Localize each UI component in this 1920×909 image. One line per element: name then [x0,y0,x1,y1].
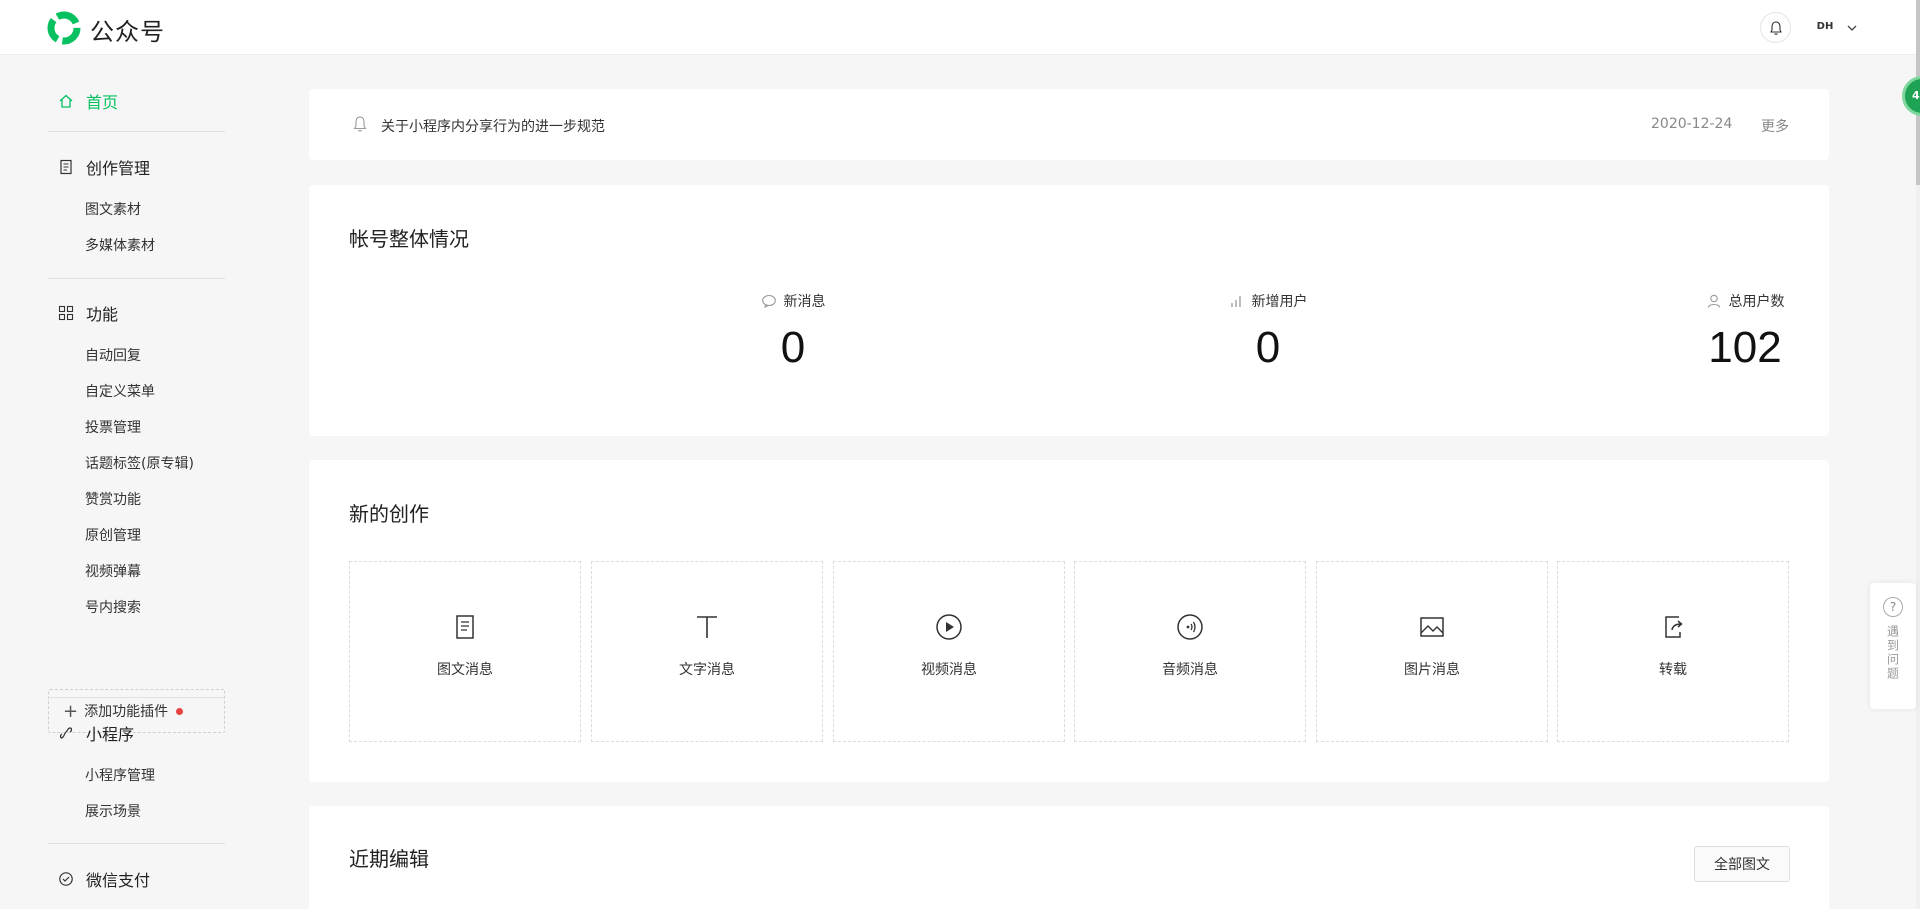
sidebar-item-miniprogram[interactable]: 小程序 [58,721,134,745]
divider [48,697,225,698]
sidebar-item-vote[interactable]: 投票管理 [85,417,141,437]
new-creation-card: 新的创作 图文消息 文字消息 视频消息 音频消息 图片消息 转载 [309,460,1829,782]
avatar[interactable]: DH [1814,15,1836,37]
recent-edits-card: 近期编辑 全部图文 [309,806,1829,909]
sidebar-item-display-scenes[interactable]: 展示场景 [85,801,141,821]
plus-icon: + [63,700,79,722]
stat-new-users[interactable]: 新增用户 0 [1158,292,1378,373]
tile-label: 图片消息 [1404,662,1460,678]
section-title: 帐号整体情况 [349,227,469,251]
all-articles-button[interactable]: 全部图文 [1694,846,1790,882]
notification-button[interactable] [1760,12,1791,43]
notice-more-link[interactable]: 更多 [1761,116,1789,136]
create-text-tile[interactable]: 文字消息 [591,561,823,742]
image-icon [1420,617,1444,637]
tile-label: 音频消息 [1162,662,1218,678]
sidebar-item-article-material[interactable]: 图文素材 [85,199,141,219]
add-plugin-label: 添加功能插件 [84,704,169,720]
create-audio-tile[interactable]: 音频消息 [1074,561,1306,742]
home-icon [59,94,73,108]
sidebar-item-home[interactable]: 首页 [58,89,118,113]
play-icon [936,614,962,640]
notice-card: 关于小程序内分享行为的进一步规范 2020-12-24 更多 [309,89,1829,160]
stat-new-messages[interactable]: 新消息 0 [683,292,903,373]
stat-total-users[interactable]: 总用户数 102 [1635,292,1855,373]
sidebar-item-creation[interactable]: 创作管理 [58,155,150,179]
notice-date: 2020-12-24 [1651,116,1733,132]
logo-text[interactable]: 公众号 [90,12,165,47]
chevron-down-icon[interactable] [1844,20,1860,36]
stat-value: 102 [1708,323,1782,372]
sidebar-item-label: 功能 [86,305,119,324]
text-icon [697,616,717,638]
stat-label: 新消息 [783,294,826,310]
sidebar-item-custom-menu[interactable]: 自定义菜单 [85,381,155,401]
sidebar: 首页 创作管理 图文素材 多媒体素材 功能 自动回复 自定义菜单 投票管理 话题… [0,56,270,909]
create-repost-tile[interactable]: 转载 [1557,561,1789,742]
tile-label: 图文消息 [437,662,493,678]
tile-label: 转载 [1659,662,1687,678]
account-overview-card: 帐号整体情况 新消息 0 新增用户 0 总用户数 102 [309,185,1829,436]
section-title: 近期编辑 [349,847,429,871]
divider [48,843,225,844]
tile-label: 视频消息 [921,662,977,678]
bar-chart-icon [1230,296,1241,307]
grid-icon [58,305,74,321]
miniprogram-icon [59,727,73,739]
create-video-tile[interactable]: 视频消息 [833,561,1065,742]
divider [48,278,225,279]
sidebar-item-label: 首页 [86,93,119,112]
create-article-tile[interactable]: 图文消息 [349,561,581,742]
tile-label: 文字消息 [679,662,735,678]
sidebar-item-label: 微信支付 [86,871,151,890]
top-bar: 公众号 DH [0,0,1916,55]
stat-value: 0 [780,323,806,372]
create-image-tile[interactable]: 图片消息 [1316,561,1548,742]
sidebar-item-wechat-pay[interactable]: 微信支付 [58,867,150,891]
document-icon [456,615,474,639]
question-icon: ? [1883,597,1903,617]
help-text: 遇到问题 [1885,625,1900,681]
sidebar-item-features[interactable]: 功能 [58,301,118,325]
sidebar-item-original[interactable]: 原创管理 [85,525,141,545]
sidebar-item-miniprogram-manage[interactable]: 小程序管理 [85,765,155,785]
user-icon [1707,294,1720,308]
sidebar-item-video-danmaku[interactable]: 视频弹幕 [85,561,141,581]
help-widget[interactable]: ? 遇到问题 [1870,583,1916,709]
sidebar-item-reward[interactable]: 赞赏功能 [85,489,141,509]
audio-icon [1177,614,1203,640]
sidebar-item-label: 创作管理 [86,159,151,178]
repost-icon [1665,616,1683,638]
sidebar-item-label: 小程序 [86,725,135,744]
floating-badge[interactable]: 41 [1902,76,1920,116]
stat-value: 0 [1255,323,1281,372]
notice-link[interactable]: 关于小程序内分享行为的进一步规范 [381,116,605,136]
sidebar-item-in-account-search[interactable]: 号内搜索 [85,597,141,617]
logo-icon[interactable] [46,11,82,45]
stat-label: 总用户数 [1728,294,1785,310]
stat-label: 新增用户 [1251,294,1308,310]
sidebar-item-media-material[interactable]: 多媒体素材 [85,235,155,255]
divider [48,131,225,132]
pay-icon [59,872,73,886]
scrollbar[interactable] [1916,0,1920,909]
sidebar-item-auto-reply[interactable]: 自动回复 [85,345,141,365]
bell-icon [353,116,367,132]
document-icon [60,159,72,175]
bell-icon [1769,20,1782,35]
notification-dot [176,707,184,715]
chat-bubble-icon [761,294,776,309]
section-title: 新的创作 [349,502,429,526]
sidebar-item-topic-tags[interactable]: 话题标签(原专辑) [85,453,194,473]
